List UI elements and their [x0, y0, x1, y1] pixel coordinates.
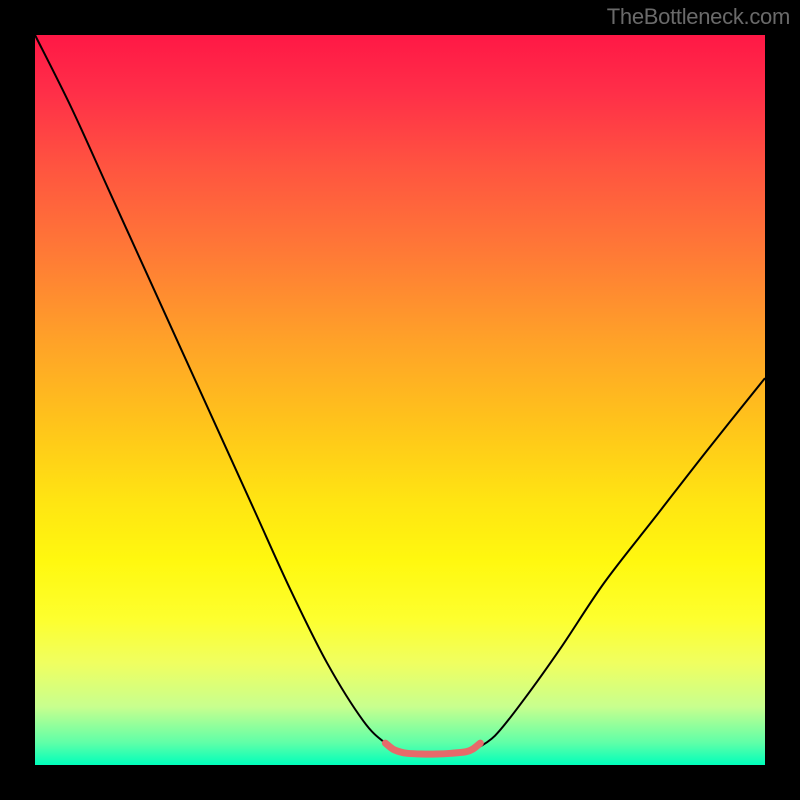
chart-plot-area [35, 35, 765, 765]
right-curve-path [473, 378, 765, 750]
chart-svg [35, 35, 765, 765]
left-curve-path [35, 35, 400, 750]
watermark-label: TheBottleneck.com [607, 4, 790, 30]
bottom-segment-path [385, 743, 480, 754]
